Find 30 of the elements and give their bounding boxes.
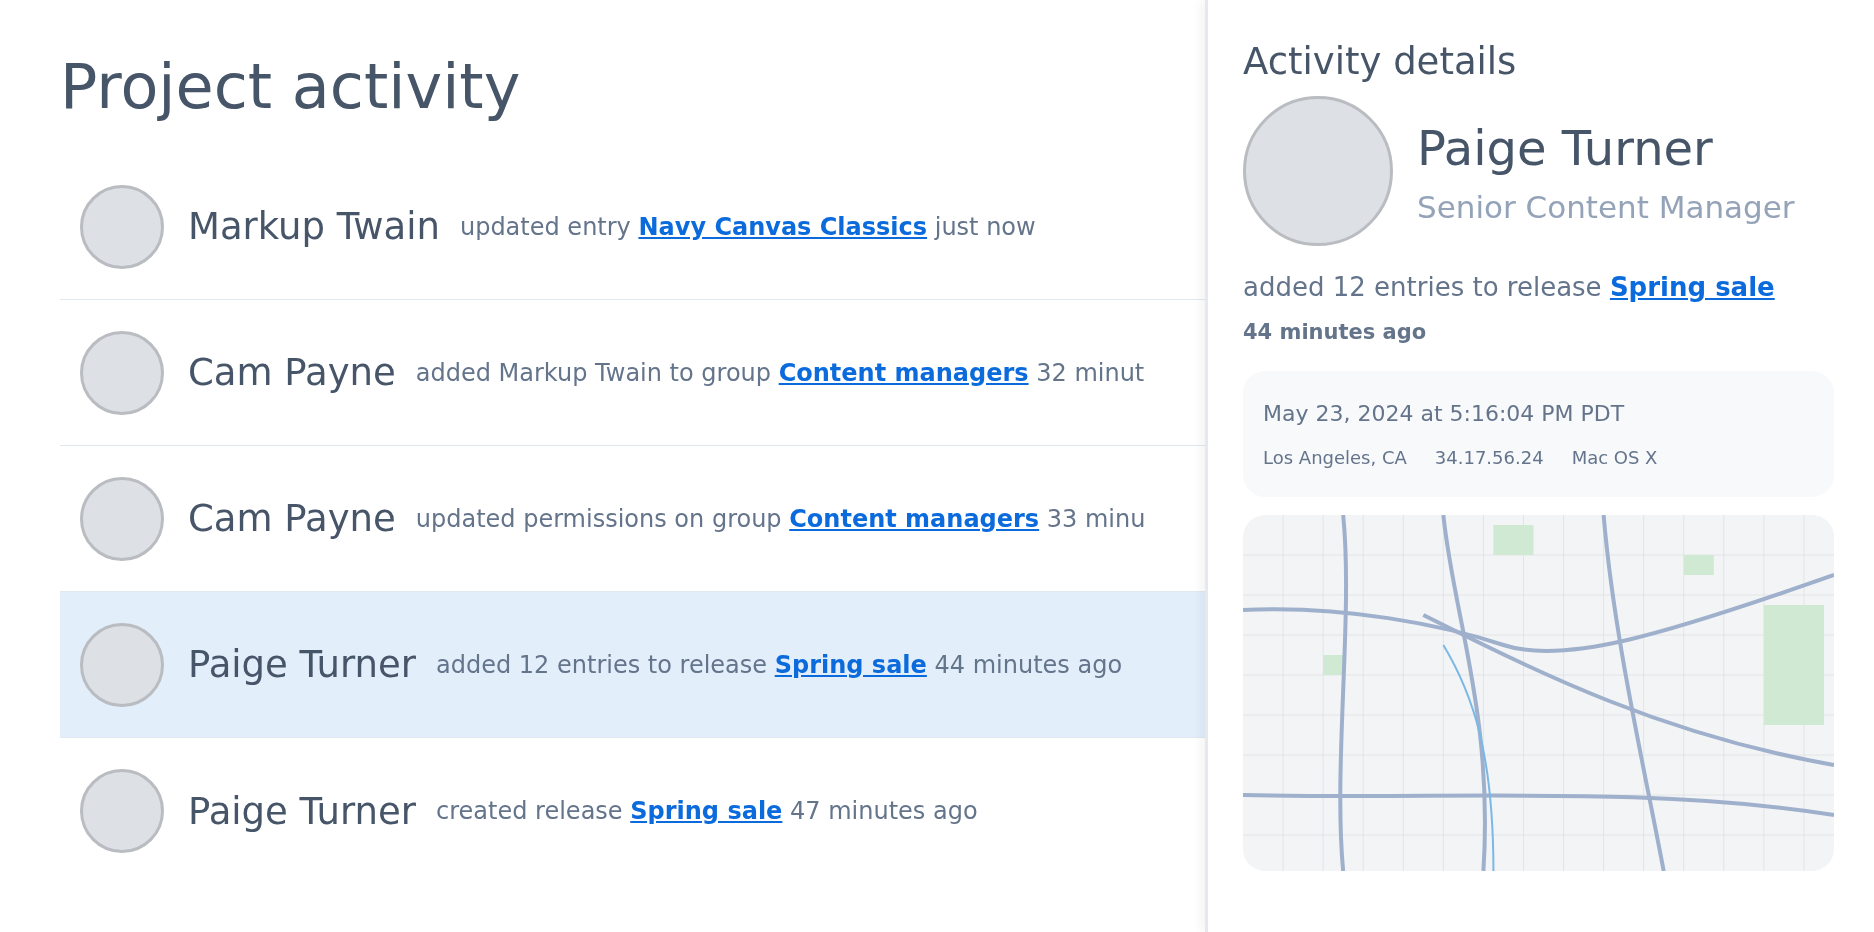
user-name: Paige Turner bbox=[188, 788, 417, 835]
panel-title: Activity details bbox=[1243, 40, 1518, 85]
entity-link[interactable]: Spring sale bbox=[630, 797, 783, 826]
user-name: Paige Turner bbox=[1417, 119, 1714, 179]
activity-row[interactable]: Paige Turner added 12 entries to release Spring sale 44 minutes ago bbox=[60, 592, 1205, 739]
user-name: Cam Payne bbox=[188, 350, 396, 397]
entity-link[interactable]: Navy Canvas Classics bbox=[638, 212, 928, 241]
activity-time: 44 minutes ago bbox=[1243, 319, 1428, 347]
timestamp: May 23, 2024 at 5:16:04 PM PDT bbox=[1263, 399, 1626, 428]
page-title: Project activity bbox=[60, 50, 522, 125]
activity-row[interactable]: Markup Twain updated entry Navy Canvas Classics just now bbox=[60, 154, 1205, 301]
location: Los Angeles, CA bbox=[1263, 445, 1407, 470]
activity-description: added Markup Twain to group Content managers 32 minut bbox=[415, 357, 1145, 389]
entity-link[interactable]: Spring sale bbox=[774, 650, 927, 679]
user-name: Markup Twain bbox=[188, 204, 440, 251]
ip-address: 34.17.56.24 bbox=[1434, 445, 1544, 470]
activity-description: added 12 entries to release Spring sale 44 minutes ago bbox=[436, 649, 1123, 681]
user-name: Paige Turner bbox=[188, 642, 417, 689]
user-role: Senior Content Manager bbox=[1417, 188, 1795, 228]
user-name: Cam Payne bbox=[188, 496, 396, 543]
activity-row[interactable]: Cam Payne added Markup Twain to group Content managers 32 minut bbox=[60, 300, 1205, 447]
activity-description: updated entry Navy Canvas Classics just now bbox=[459, 211, 1036, 243]
entity-link[interactable]: Spring sale bbox=[1609, 272, 1775, 303]
activity-row[interactable]: Paige Turner created release Spring sale 47 minutes ago bbox=[60, 738, 1205, 885]
activity-description: created release Spring sale 47 minutes ago bbox=[436, 796, 978, 828]
operating-system: Mac OS X bbox=[1571, 445, 1658, 470]
entity-link[interactable]: Content managers bbox=[778, 358, 1029, 387]
activity-description: added 12 entries to release Spring sale bbox=[1243, 271, 1776, 305]
activity-description: updated permissions on group Content managers 33 minu bbox=[415, 503, 1146, 535]
entity-link[interactable]: Content managers bbox=[789, 504, 1040, 533]
